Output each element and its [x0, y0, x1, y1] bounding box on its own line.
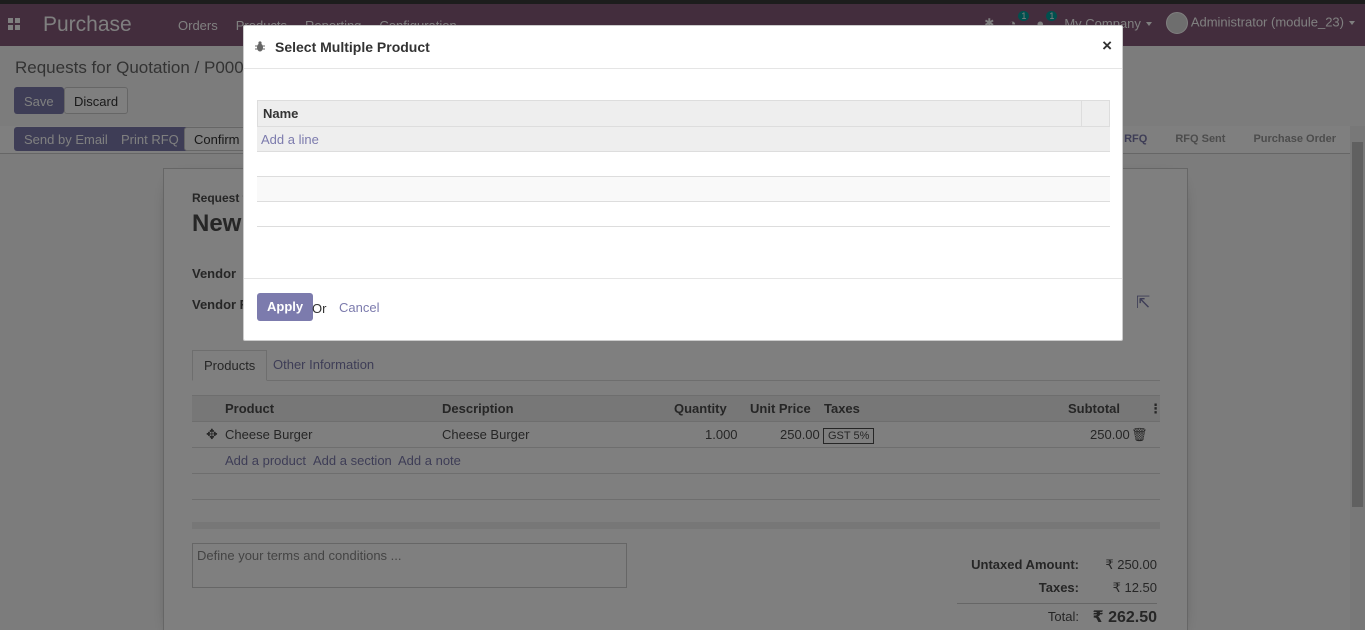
modal-footer: Apply Or Cancel [244, 278, 1122, 340]
product-lines-table: Name Add a line [257, 100, 1110, 227]
apply-button[interactable]: Apply [257, 293, 314, 321]
add-line-row: Add a line [257, 127, 1110, 152]
cancel-button[interactable]: Cancel [339, 300, 379, 315]
modal-header: Select Multiple Product × [244, 26, 1122, 69]
or-text: Or [312, 301, 327, 316]
table-row [257, 202, 1110, 227]
modal-title: Select Multiple Product [275, 39, 430, 55]
debug-icon [255, 41, 265, 52]
table-row [257, 177, 1110, 202]
table-row [257, 152, 1110, 177]
table-header: Name [257, 100, 1110, 127]
select-multiple-product-dialog: Select Multiple Product × Name Add a lin… [243, 25, 1123, 341]
close-icon[interactable]: × [1102, 36, 1112, 56]
col-name[interactable]: Name [263, 101, 298, 126]
add-line-link[interactable]: Add a line [261, 127, 319, 152]
